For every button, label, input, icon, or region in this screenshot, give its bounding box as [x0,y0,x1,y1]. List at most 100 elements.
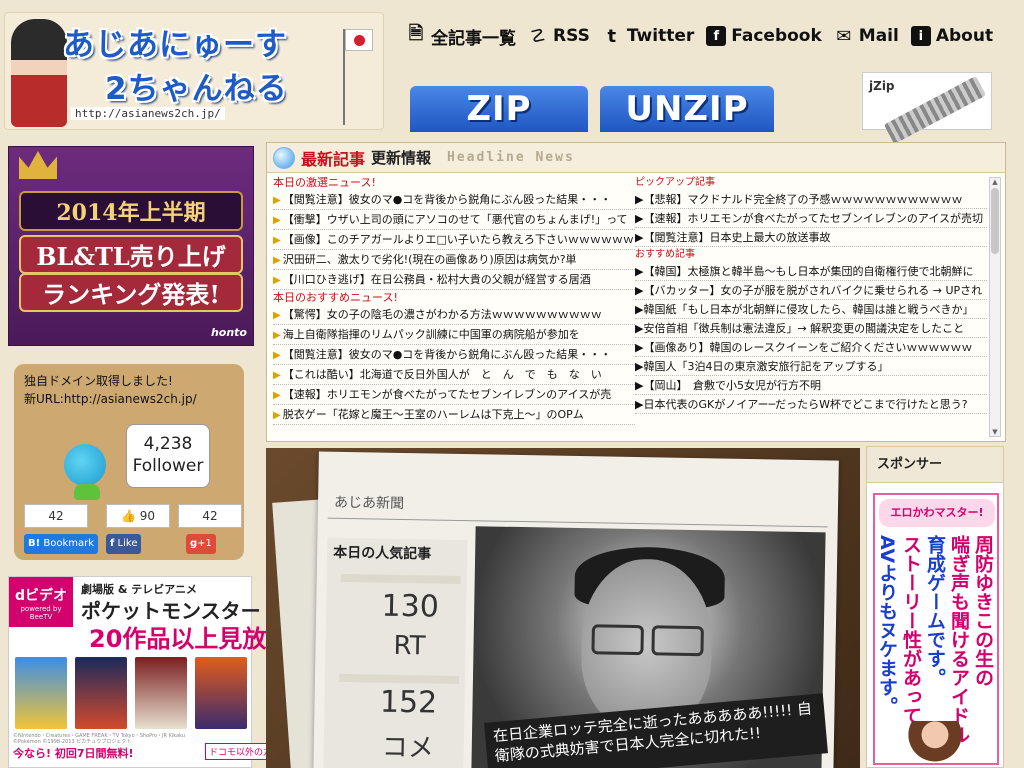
sponsor-ad[interactable]: エロかわマスター! 周防ゆきこの生の 喘ぎ声も聞けるアイドル 育成ゲームです。 … [873,493,999,767]
jzip-banner[interactable]: jZip [862,72,992,145]
scroll-up-icon[interactable]: ▲ [991,178,999,186]
news-link[interactable]: ▶日本代表のGKがノイアー─だったらW杯でどこまで行けたと思う? [635,395,987,414]
news-title: 海上自衛隊指揮のリムパック訓練に中国軍の病院船が参加を [282,328,580,341]
news-link[interactable]: ▶ 脱衣ゲー「花嫁と魔王～王室のハーレムは下克上～」のOPム [273,405,635,425]
news-link[interactable]: ▶ 【これは酷い】北海道で反日外国人が と ん で も な い [273,365,635,385]
logo-title: あじあにゅーす [63,27,287,63]
nav-facebook[interactable]: f Facebook [706,26,822,46]
poster-row [15,657,247,729]
nav-mail[interactable]: ✉ Mail [834,26,899,47]
news-link[interactable]: ▶ 【画像】このチアガールよりエ□い子いたら教えろ下さいｗｗｗｗｗｗ [273,230,635,250]
logo-subtitle: 2ちゃんねる [105,71,288,107]
comment-count: 152 [379,684,438,721]
news-link[interactable]: ▶【岡山】 倉敷で小5女児が行方不明 [635,376,987,395]
honto-logo: honto [210,326,247,339]
info-icon: i [910,26,931,46]
scroll-down-icon[interactable]: ▼ [991,428,999,436]
news-link[interactable]: ▶【韓国】太極旗と韓半島～もし日本が集団的自衛権行使で北朝鮮に [635,262,987,281]
nav-label: Twitter [626,26,695,46]
news-link[interactable]: ▶ 【閲覧注意】彼女のマ●コを背後から鋭角にぶん殴った結果・・・ [273,345,635,365]
gplus-count: 42 [178,504,242,528]
nav-label: RSS [553,26,590,46]
hatena-bookmark-button[interactable]: B! Bookmark [24,534,99,554]
hatena-icon: B! [28,538,41,549]
stats-title: 本日の人気記事 [333,544,432,563]
nav-label: 全記事一覧 [431,28,516,49]
top-nav: 🗎 全記事一覧 ☡ RSS t Twitter f Facebook ✉ Mai… [406,22,993,50]
movie-poster [195,657,247,729]
globe-icon [273,146,295,169]
facebook-icon: f [706,26,727,46]
news-link[interactable]: ▶ 沢田研二、激太りで劣化!(現在の画像あり)原因は病気か?単 [273,250,635,270]
news-link[interactable]: ▶ 海上自衛隊指揮のリムパック訓練に中国軍の病院船が参加を [273,325,635,345]
news-title: 【閲覧注意】彼女のマ●コを背後から鋭角にぶん殴った結果・・・ [282,348,612,361]
rss-icon: ☡ [529,25,547,47]
news-link[interactable]: ▶ 【閲覧注意】彼女のマ●コを背後から鋭角にぶん殴った結果・・・ [273,190,635,210]
site-logo[interactable]: あじあにゅーす 2ちゃんねる http://asianews2ch.jp/ [4,12,384,130]
logo-url: http://asianews2ch.jp/ [71,107,225,120]
follower-label: Follower [132,456,204,476]
popular-stats: 本日の人気記事 130 RT 152 コメ [323,537,468,768]
bltl-ranking-ad[interactable]: 2014年上半期 BL&TL売り上げ ランキング発表! honto [8,146,254,346]
news-link[interactable]: ▶ 【驚愕】女の子の陰毛の濃さがわかる方法ｗｗｗｗｗｗｗｗｗｗ [273,305,635,325]
featured-newspaper[interactable]: あじあ新聞 本日の人気記事 130 RT 152 コメ 在日企業ロッテ完全に逝っ… [266,448,860,768]
nav-rss[interactable]: ☡ RSS [528,25,590,47]
follower-count-bubble[interactable]: 4,238 Follower [126,424,210,488]
section-label: ピックアップ記事 [635,177,715,188]
rt-count: 130 [381,588,440,625]
headline-scrollbar[interactable]: ▲ ▼ [989,177,1001,437]
arrow-bullet-icon: ▶ [273,310,281,321]
facebook-like-button[interactable]: f Like [106,534,142,554]
headline-title-red: 最新記事 [301,149,366,169]
unzip-button[interactable]: UNZIP [600,86,774,132]
zip-button[interactable]: ZIP [410,86,588,132]
news-title: 【これは酷い】北海道で反日外国人が と ん で も な い [282,368,602,381]
nav-all-articles[interactable]: 🗎 全記事一覧 [406,23,516,49]
jzip-logo: jZip [869,79,895,93]
nav-label: Mail [858,26,899,46]
news-link[interactable]: ▶安倍首相「徴兵制は憲法違反」→ 解釈変更の閣議決定をしたこと [635,319,987,338]
news-title: 沢田研二、激太りで劣化!(現在の画像あり)原因は病気か?単 [282,253,577,266]
nav-about[interactable]: i About [910,26,994,46]
news-title: 【バカッター】女の子が服を脱がされバイクに乗せられる → UPされ [643,284,983,297]
news-title: 【岡山】 倉敷で小5女児が行方不明 [643,379,821,392]
movie-poster [15,657,67,729]
arrow-bullet-icon: ▶ [273,275,281,286]
news-title: 【速報】ホリエモンが食べたがってたセブンイレブンのアイスが売切 [643,212,984,225]
arrow-bullet-icon: ▶ [273,195,281,206]
news-link[interactable]: ▶ 【衝撃】ウザい上司の頭にアソコのせて「悪代官のちょんまげ!」って [273,210,635,230]
ad-vertical-text: AVよりもヌケます。 [876,535,898,716]
like-count-value: 90 [139,509,156,523]
news-link[interactable]: ▶ 【速報】ホリエモンが食べたがってたセブンイレブンのアイスが売 [273,385,635,405]
document-icon: 🗎 [408,23,424,44]
news-link[interactable]: ▶【閲覧注意】日本史上最大の放送事故 [635,228,987,247]
news-link[interactable]: ▶【バカッター】女の子が服を脱がされバイクに乗せられる → UPされ [635,281,987,300]
dvideo-badge-sub: powered by BeeTV [20,605,62,621]
news-title: 【閲覧注意】彼女のマ●コを背後から鋭角にぶん殴った結果・・・ [282,193,612,206]
news-title: 【悲報】マクドナルド完全終了の予感ｗｗｗｗｗｗｗｗｗｗｗｗ [643,193,963,206]
follow-widget: 独自ドメイン取得しました! 新URL:http://asianews2ch.jp… [14,364,244,560]
follow-text: 独自ドメイン取得しました! 新URL:http://asianews2ch.jp… [24,372,197,408]
news-link[interactable]: ▶【悲報】マクドナルド完全終了の予感ｗｗｗｗｗｗｗｗｗｗｗｗ [635,190,987,209]
news-title: 【画像】このチアガールよりエ□い子いたら教えろ下さいｗｗｗｗｗｗ [282,233,634,246]
rt-label: RT [393,630,426,662]
scroll-thumb[interactable] [991,188,999,254]
news-link[interactable]: ▶韓国紙「もし日本が北朝鮮に侵攻したら、韓国は誰と戦うべきか」 [635,300,987,319]
arrow-bullet-icon: ▶ [273,390,281,401]
nav-label: About [935,26,994,46]
dvideo-logo: dビデオ powered by BeeTV [9,577,73,627]
news-link[interactable]: ▶【速報】ホリエモンが食べたがってたセブンイレブンのアイスが売切 [635,209,987,228]
sponsor-ad-title: エロかわマスター! [879,499,995,527]
arrow-bullet-icon: ▶ [273,410,281,421]
pokemon-ad[interactable]: dビデオ powered by BeeTV 劇場版 & テレビアニメ ポケットモ… [8,576,322,768]
news-link[interactable]: ▶韓国人「3泊4日の東京激安旅行記をアップする」 [635,357,987,376]
nav-twitter[interactable]: t Twitter [602,26,695,47]
news-link[interactable]: ▶ 【川口ひき逃げ】在日公務員・松村大貴の父親が経営する居酒 [273,270,635,290]
gplus-button[interactable]: g+1 [186,534,216,554]
news-link[interactable]: ▶【画像あり】韓国のレースクイーンをご紹介くださいｗｗｗｗｗｗ [635,338,987,357]
movie-poster [75,657,127,729]
news-title: 日本代表のGKがノイアー─だったらW杯でどこまで行けたと思う? [643,398,968,411]
ad-character-image [905,721,965,767]
news-title: 【川口ひき逃げ】在日公務員・松村大貴の父親が経営する居酒 [282,273,591,286]
like-count: 👍 90 [106,504,170,528]
